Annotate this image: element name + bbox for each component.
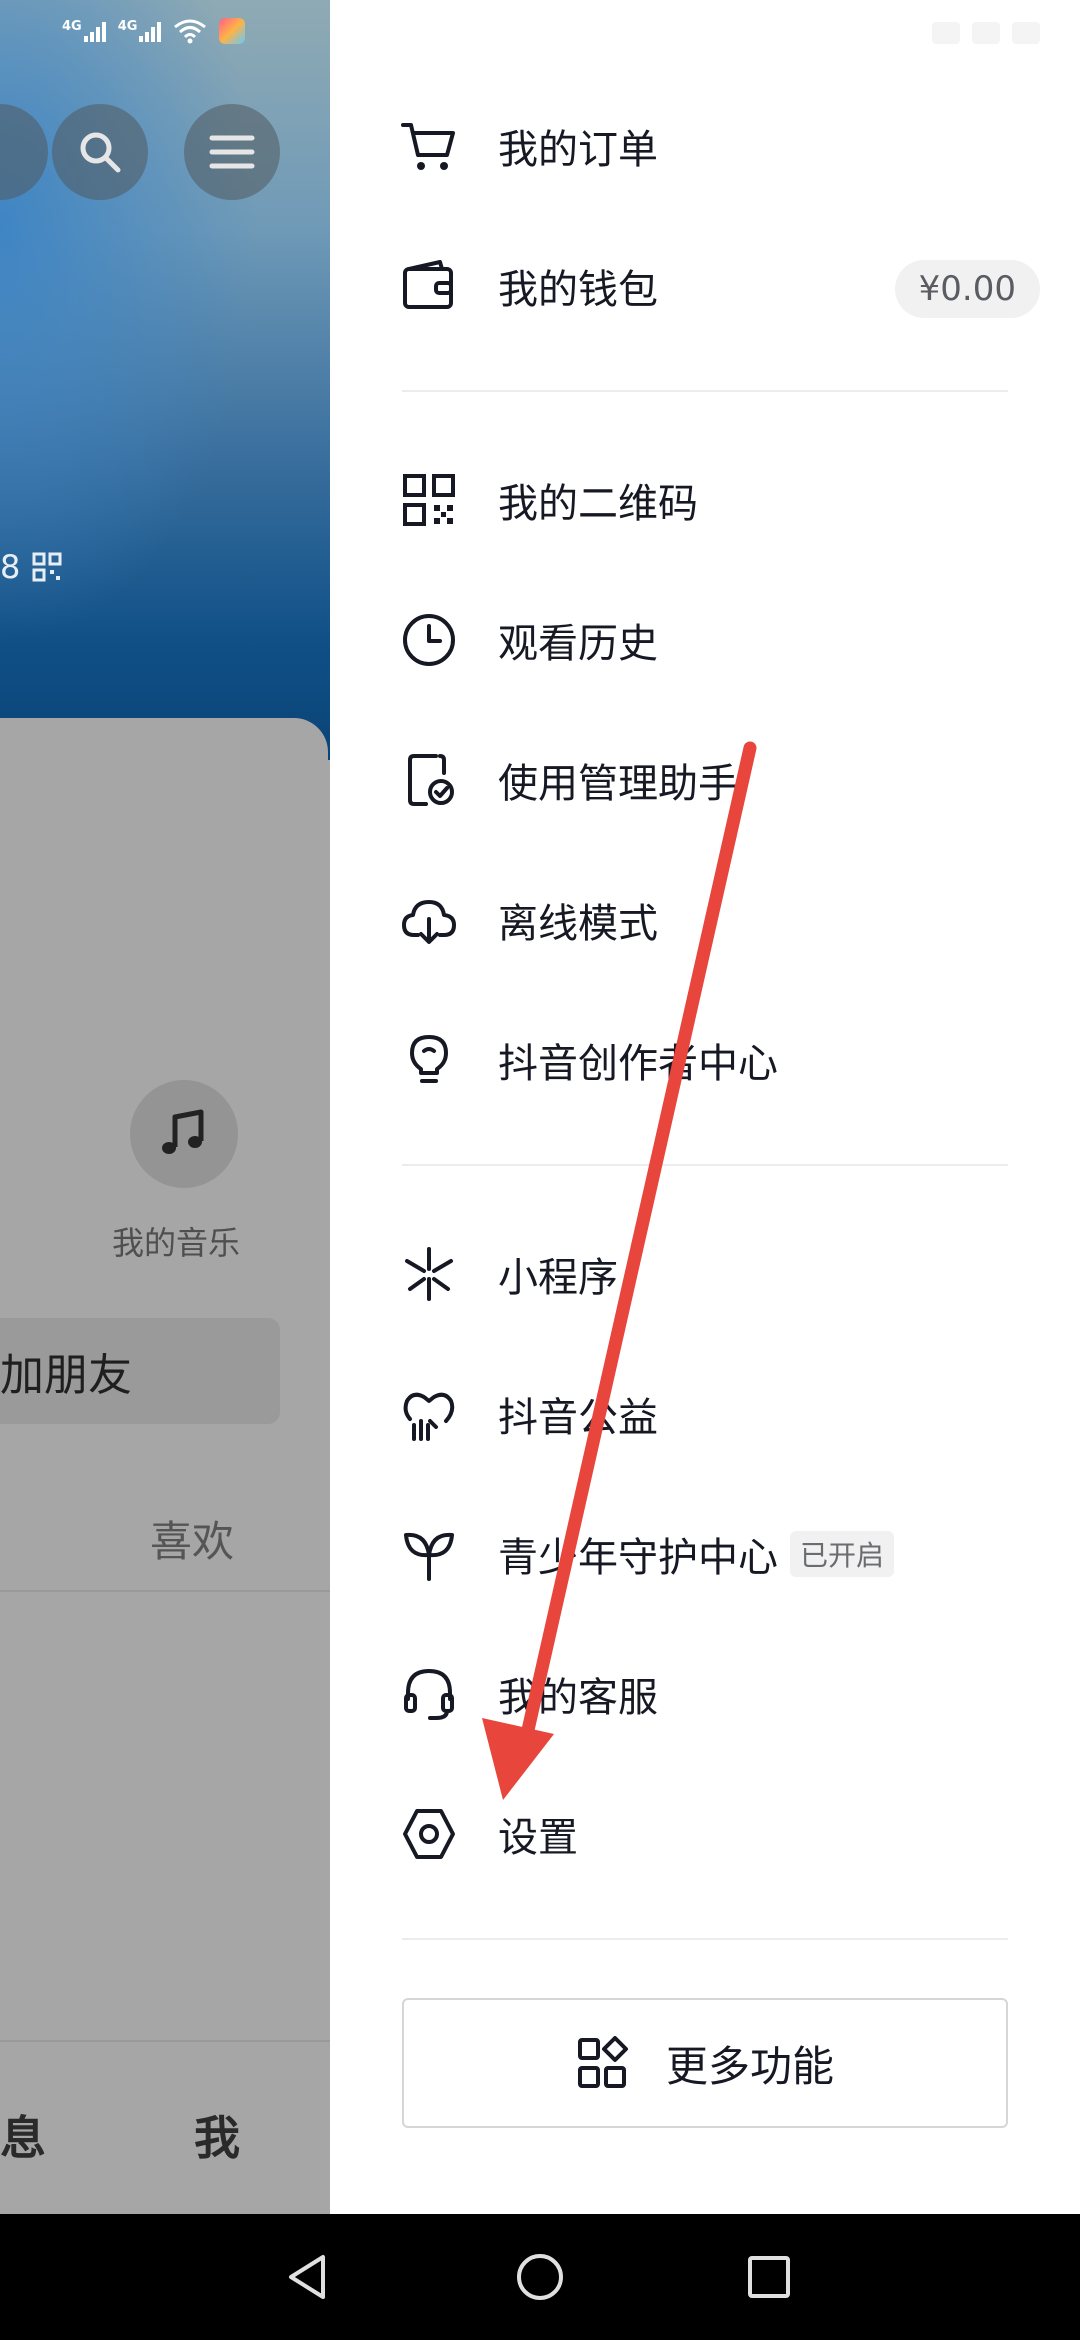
profile-cover xyxy=(0,0,330,760)
qr-code-icon xyxy=(400,471,458,529)
signal-1-icon: 4G xyxy=(62,20,106,42)
my-music-button[interactable] xyxy=(130,1080,238,1188)
screen: 4G 4G 8 我的音乐 加朋友 喜欢 息 我 我的订单 我的钱包 ¥0.00 … xyxy=(0,0,1080,2214)
profile-stat-value: 8 xyxy=(0,548,21,586)
menu-label: 我的二维码 xyxy=(498,481,698,527)
more-features-button[interactable]: 更多功能 xyxy=(402,1998,1008,2128)
circle-home-icon xyxy=(517,2254,563,2300)
profile-content-sheet xyxy=(0,718,328,2214)
menu-label: 抖音创作者中心 xyxy=(498,1041,778,1087)
menu-item-douyin-charity[interactable]: 抖音公益 xyxy=(400,1364,1040,1464)
triangle-back-icon xyxy=(289,2255,325,2299)
menu-item-watch-history[interactable]: 观看历史 xyxy=(400,590,1040,690)
network-type-2: 4G xyxy=(117,19,138,34)
phone-check-icon xyxy=(400,751,458,809)
add-friend-label: 加朋友 xyxy=(0,1350,132,1401)
cloud-download-icon xyxy=(400,891,458,949)
background-profile-page[interactable]: 4G 4G 8 我的音乐 加朋友 喜欢 息 我 xyxy=(0,0,330,2214)
music-note-icon xyxy=(162,1109,204,1154)
menu-item-creator-center[interactable]: 抖音创作者中心 xyxy=(400,1010,1040,1110)
heart-hand-icon xyxy=(400,1385,458,1443)
section-divider xyxy=(402,1938,1008,1940)
menu-label: 抖音公益 xyxy=(498,1395,658,1441)
menu-item-mini-programs[interactable]: 小程序 xyxy=(400,1224,1040,1324)
side-drawer: 我的订单 我的钱包 ¥0.00 我的二维码 观看历史 使用管理助手 离线模式 抖… xyxy=(330,0,1080,2214)
network-type-1: 4G xyxy=(62,19,82,34)
system-navigation-bar xyxy=(0,2214,1080,2340)
signal-2-icon: 4G xyxy=(118,20,162,42)
apps-grid-icon xyxy=(577,2036,628,2088)
menu-label: 小程序 xyxy=(498,1255,618,1301)
my-music-label: 我的音乐 xyxy=(112,1224,241,1262)
wallet-balance-badge: ¥0.00 xyxy=(894,260,1040,318)
cart-icon xyxy=(400,117,458,175)
clock-icon xyxy=(400,611,458,669)
system-home-button[interactable] xyxy=(505,2242,575,2312)
app-notification-icon xyxy=(219,18,246,44)
nav-me[interactable]: 我 xyxy=(194,2102,240,2168)
menu-label: 我的订单 xyxy=(498,127,658,173)
menu-item-customer-service[interactable]: 我的客服 xyxy=(400,1644,1040,1744)
menu-item-offline-mode[interactable]: 离线模式 xyxy=(400,870,1040,970)
menu-item-my-orders[interactable]: 我的订单 xyxy=(400,96,1040,196)
section-divider xyxy=(402,390,1008,392)
system-recents-button[interactable] xyxy=(734,2242,804,2312)
menu-label: 观看历史 xyxy=(498,621,658,667)
search-button[interactable] xyxy=(52,104,148,200)
status-bar: 4G 4G xyxy=(62,18,246,44)
status-badge: 已开启 xyxy=(790,1531,895,1577)
profile-stat: 8 xyxy=(0,548,62,586)
menu-label: 使用管理助手 xyxy=(498,761,738,807)
menu-label: 离线模式 xyxy=(498,901,658,947)
more-features-label: 更多功能 xyxy=(665,2041,834,2091)
lightbulb-icon xyxy=(400,1031,458,1089)
headset-icon xyxy=(400,1665,458,1723)
menu-button[interactable] xyxy=(184,104,280,200)
menu-item-youth-protection[interactable]: 青少年守护中心 已开启 xyxy=(400,1504,1040,1604)
wifi-icon xyxy=(174,19,207,44)
tab-divider xyxy=(0,1590,330,1592)
add-friend-button[interactable]: 加朋友 xyxy=(0,1318,280,1424)
hexagon-gear-icon xyxy=(400,1805,458,1863)
menu-item-my-wallet[interactable]: 我的钱包 ¥0.00 xyxy=(400,236,1040,336)
sprout-icon xyxy=(400,1525,458,1583)
menu-item-my-qr-code[interactable]: 我的二维码 xyxy=(400,450,1040,550)
menu-label: 我的钱包 xyxy=(498,267,658,313)
hamburger-icon xyxy=(209,135,255,169)
nav-messages[interactable]: 息 xyxy=(0,2102,46,2168)
wallet-icon xyxy=(400,257,458,315)
menu-item-usage-manager[interactable]: 使用管理助手 xyxy=(400,730,1040,830)
square-recents-icon xyxy=(748,2256,790,2298)
search-icon xyxy=(80,132,121,173)
menu-label: 青少年守护中心 xyxy=(498,1535,778,1581)
tab-likes[interactable]: 喜欢 xyxy=(150,1508,234,1569)
asterisk-icon xyxy=(400,1245,458,1303)
menu-label: 我的客服 xyxy=(498,1675,658,1721)
section-divider xyxy=(402,1164,1008,1166)
menu-item-settings[interactable]: 设置 xyxy=(400,1784,1040,1884)
system-back-button[interactable] xyxy=(274,2242,344,2312)
qr-code-small-icon xyxy=(32,552,62,582)
bottom-nav-divider xyxy=(0,2040,330,2042)
status-bar-right xyxy=(932,22,1040,44)
menu-label: 设置 xyxy=(498,1815,578,1861)
